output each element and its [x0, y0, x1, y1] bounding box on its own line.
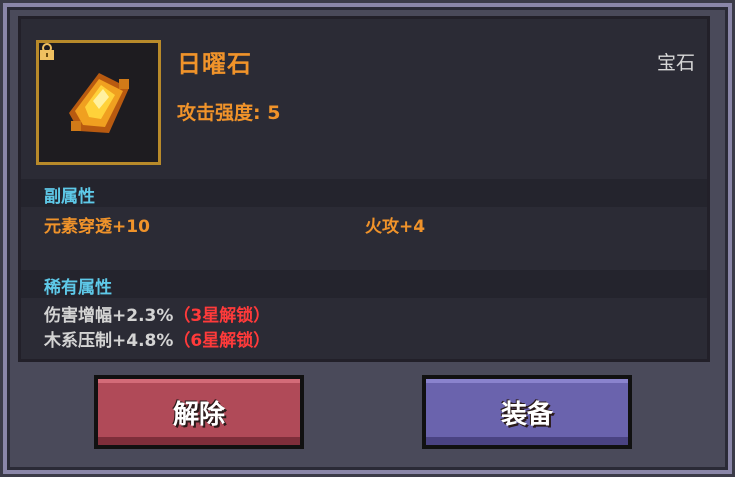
- unequip-button[interactable]: 解除: [94, 375, 304, 449]
- rare-attribute-item: 伤害增幅+2.3%（3星解锁）: [44, 301, 270, 326]
- rare-attributes-title: 稀有属性: [44, 278, 112, 298]
- item-name: 日曜石: [177, 50, 252, 78]
- equip-button[interactable]: 装备: [422, 375, 632, 449]
- item-icon-slot: [36, 40, 161, 165]
- golden-scroll-icon: [69, 73, 129, 133]
- sub-attribute-item: 元素穿透+10: [44, 217, 150, 237]
- item-main-stat: 攻击强度: 5: [177, 102, 281, 124]
- sub-attributes-header: 副属性: [21, 179, 707, 207]
- item-type: 宝石: [656, 52, 695, 74]
- sub-attribute-item: 火攻+4: [365, 217, 426, 237]
- rare-attribute-text: 伤害增幅+2.3%: [44, 306, 174, 326]
- lock-icon: [40, 43, 54, 60]
- rare-attribute-item: 木系压制+4.8%（6星解锁）: [44, 326, 270, 351]
- rare-attribute-lock-note: （6星解锁）: [173, 331, 271, 351]
- rare-attribute-text: 木系压制+4.8%: [44, 331, 174, 351]
- rare-attributes-header: 稀有属性: [21, 270, 707, 298]
- sub-attributes-title: 副属性: [44, 187, 95, 207]
- rare-attribute-lock-note: （3星解锁）: [173, 306, 271, 326]
